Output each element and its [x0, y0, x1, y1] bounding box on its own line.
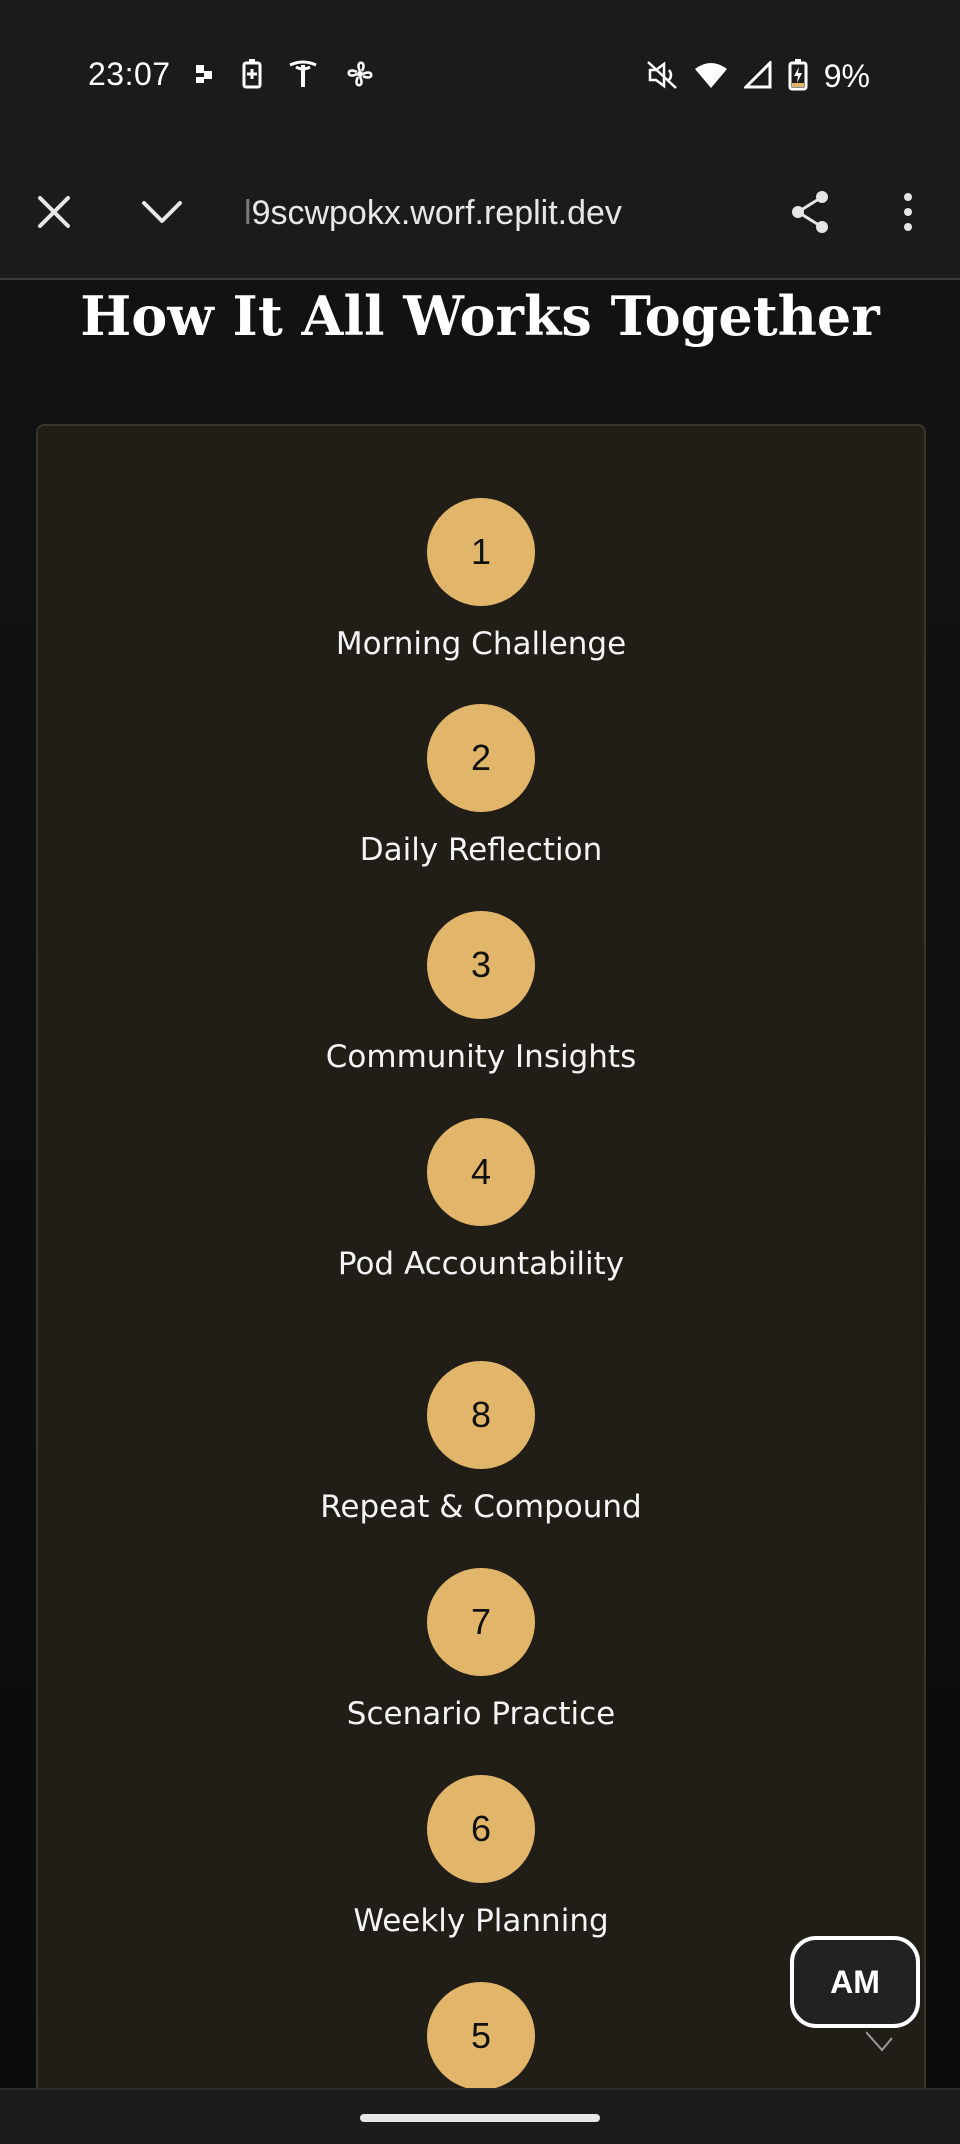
status-bar: 23:07 9% — [0, 0, 960, 150]
chevron-down-icon — [141, 199, 183, 229]
status-right-icons: 9% — [646, 58, 870, 95]
minimize-button[interactable] — [126, 178, 198, 250]
avatar-initials: AM — [830, 1963, 880, 2000]
wifi-icon — [694, 61, 728, 93]
step-item: 8 Repeat & Compound — [38, 1361, 924, 1525]
step-number-circle: 5 — [427, 1982, 535, 2088]
step-number-circle: 8 — [427, 1361, 535, 1469]
web-page: How It All Works Together 1 Morning Chal… — [0, 280, 960, 2088]
step-item: 4 Pod Accountability — [38, 1118, 924, 1282]
home-gesture-handle[interactable] — [360, 2114, 600, 2122]
step-item: 6 Weekly Planning — [38, 1775, 924, 1939]
section-title: How It All Works Together — [80, 284, 880, 348]
step-label: Pod Accountability — [337, 1246, 625, 1282]
step-item: 2 Daily Reflection — [38, 704, 924, 868]
share-button[interactable] — [774, 178, 846, 250]
mute-icon — [646, 60, 678, 94]
step-label: Community Insights — [325, 1039, 637, 1075]
step-number-circle: 3 — [427, 911, 535, 1019]
step-number-circle: 1 — [427, 498, 535, 606]
step-number-circle: 2 — [427, 704, 535, 812]
tesla-icon — [288, 59, 318, 93]
battery-saver-icon — [242, 59, 262, 93]
signal-icon — [742, 58, 772, 93]
user-avatar-button[interactable]: AM — [790, 1936, 920, 2028]
battery-charging-icon — [788, 58, 808, 95]
browser-toolbar: l9scwpokx.worf.replit.dev — [0, 150, 960, 280]
more-vertical-icon — [902, 192, 914, 236]
url-prefix: l — [244, 194, 252, 232]
speech-tail-icon — [865, 2030, 894, 2056]
step-label: Scenario Practice — [346, 1696, 616, 1732]
url-text: 9scwpokx.worf.replit.dev — [251, 194, 622, 232]
url-bar[interactable]: l9scwpokx.worf.replit.dev — [244, 194, 684, 233]
close-icon — [36, 194, 72, 234]
share-icon — [788, 189, 832, 239]
status-time: 23:07 — [88, 56, 171, 92]
notification-dots-icon — [194, 63, 216, 89]
step-item: 1 Morning Challenge — [38, 498, 924, 662]
step-item: 3 Community Insights — [38, 911, 924, 1075]
gesture-nav-bar — [0, 2088, 960, 2144]
step-label: Morning Challenge — [335, 626, 627, 662]
step-number-circle: 4 — [427, 1118, 535, 1226]
step-number-circle: 7 — [427, 1568, 535, 1676]
close-button[interactable] — [18, 178, 90, 250]
step-number-circle: 6 — [427, 1775, 535, 1883]
step-label: Daily Reflection — [359, 832, 603, 868]
status-left-icons — [194, 58, 376, 94]
step-label: Repeat & Compound — [320, 1489, 642, 1525]
steps-card: 1 Morning Challenge 2 Daily Reflection 3… — [36, 424, 926, 2088]
fan-icon — [344, 58, 376, 94]
more-options-button[interactable] — [872, 178, 944, 250]
step-label: Weekly Planning — [353, 1903, 609, 1939]
battery-percent: 9% — [823, 58, 870, 94]
step-item: 7 Scenario Practice — [38, 1568, 924, 1732]
